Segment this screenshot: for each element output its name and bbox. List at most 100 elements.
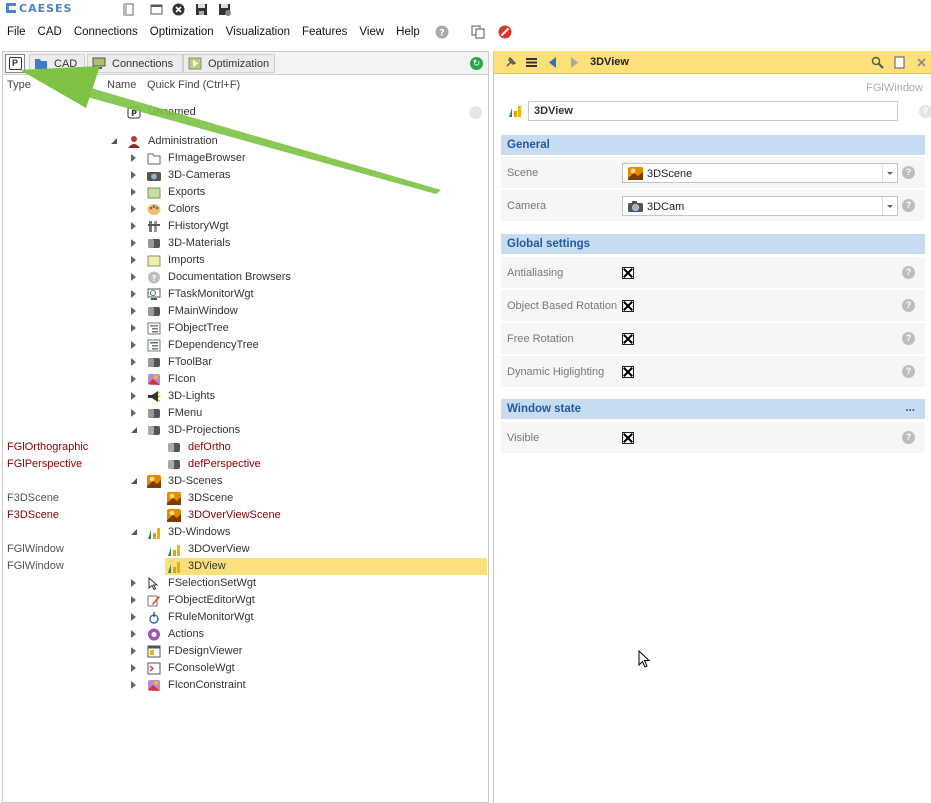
pin-icon[interactable] [504,56,517,69]
scene-select[interactable]: 3DScene [622,163,898,183]
tree-row[interactable]: FGlOrthographic defOrtho [3,439,488,456]
tree-row[interactable]: FToolBar [3,354,488,371]
expand-arrow-icon[interactable] [131,596,136,604]
antialiasing-help-icon[interactable]: ? [902,266,915,279]
name-help-icon[interactable]: ? [919,105,931,118]
antialiasing-checkbox[interactable] [622,267,634,279]
expand-arrow-icon[interactable] [131,392,136,400]
quick-find-input[interactable]: Quick Find (Ctrl+F) [147,79,240,91]
tree-row[interactable]: F3DScene 3DOverViewScene [3,507,488,524]
expand-arrow-icon[interactable] [131,188,136,196]
tree-row[interactable]: FIconConstraint [3,677,488,694]
tree-row[interactable]: FTaskMonitorWgt [3,286,488,303]
expand-arrow-icon[interactable] [131,409,136,417]
search-icon[interactable] [871,56,884,69]
visible-help-icon[interactable]: ? [902,431,915,444]
expand-arrow-icon[interactable] [131,358,136,366]
expand-arrow-icon[interactable] [131,681,136,689]
expand-arrow-icon[interactable] [131,630,136,638]
close-circle-icon[interactable] [172,3,185,16]
scene-help-icon[interactable]: ? [902,166,915,179]
chevron-down-icon[interactable] [882,164,897,182]
new-window-icon[interactable] [893,56,906,69]
section-window-state[interactable]: Window state ... [501,399,925,419]
expand-arrow-icon[interactable] [131,613,136,621]
expand-arrow-icon[interactable] [131,579,136,587]
camera-help-icon[interactable]: ? [902,199,915,212]
chevron-down-icon[interactable] [882,197,897,215]
stop-icon[interactable] [498,25,512,39]
list-icon[interactable] [525,56,538,69]
tree-row[interactable]: FObjectTree [3,320,488,337]
free-rotation-help-icon[interactable]: ? [902,332,915,345]
new-file-icon[interactable] [122,3,135,16]
expand-arrow-icon[interactable] [131,171,136,179]
tree-row[interactable]: Administration [3,133,488,150]
tree-row[interactable]: FGlPerspective defPerspective [3,456,488,473]
tree-row[interactable]: ? Documentation Browsers [3,269,488,286]
tree-row[interactable]: 3D-Cameras [3,167,488,184]
visible-checkbox[interactable] [622,432,634,444]
tree-row[interactable]: FDependencyTree [3,337,488,354]
expand-arrow-icon[interactable] [131,222,136,230]
menu-file[interactable]: File [1,21,32,44]
tree-row[interactable]: Colors [3,201,488,218]
tree-row[interactable]: FMenu [3,405,488,422]
tree-row[interactable]: 3D-Scenes [3,473,488,490]
tree-row[interactable]: 3D-Projections [3,422,488,439]
window-icon[interactable] [150,3,163,16]
expand-arrow-icon[interactable] [131,664,136,672]
tree-row[interactable]: FGlWindow 3DView [3,558,488,575]
expand-arrow-icon[interactable] [131,290,136,298]
expand-arrow-icon[interactable] [131,256,136,264]
tab-connections[interactable]: Connections [87,54,183,73]
tree-row[interactable]: FRuleMonitorWgt [3,609,488,626]
save-icon[interactable] [195,3,208,16]
menu-view[interactable]: View [353,21,390,44]
collapse-arrow-icon[interactable] [131,478,137,484]
help-icon[interactable]: ? [435,25,449,39]
close-icon[interactable] [915,56,928,69]
tree-row[interactable]: FObjectEditorWgt [3,592,488,609]
expand-arrow-icon[interactable] [131,647,136,655]
tree-row[interactable]: Actions [3,626,488,643]
tree-row[interactable]: 3D-Lights [3,388,488,405]
menu-optimization[interactable]: Optimization [144,21,220,44]
expand-arrow-icon[interactable] [131,341,136,349]
tree-row[interactable]: FGlWindow 3DOverView [3,541,488,558]
menu-visualization[interactable]: Visualization [220,21,296,44]
tree-row[interactable]: 3D-Materials [3,235,488,252]
free-rotation-checkbox[interactable] [622,333,634,345]
tree-row[interactable]: FConsoleWgt [3,660,488,677]
collapse-arrow-icon[interactable] [131,427,137,433]
tree-row[interactable]: Imports [3,252,488,269]
collapse-arrow-icon[interactable] [111,138,117,144]
more-options-button[interactable]: ... [905,402,915,414]
tree-row[interactable]: 3D-Windows [3,524,488,541]
menu-connections[interactable]: Connections [68,21,144,44]
tree-row[interactable]: FDesignViewer [3,643,488,660]
tree-row[interactable]: FImageBrowser [3,150,488,167]
menu-features[interactable]: Features [296,21,353,44]
column-type[interactable]: Type [7,79,31,91]
tree-row[interactable]: FSelectionSetWgt [3,575,488,592]
expand-arrow-icon[interactable] [131,324,136,332]
tree-row[interactable]: FMainWindow [3,303,488,320]
expand-arrow-icon[interactable] [131,375,136,383]
object-rotation-checkbox[interactable] [622,300,634,312]
expand-arrow-icon[interactable] [131,205,136,213]
tree-row[interactable]: P Unnamed [3,104,488,121]
expand-arrow-icon[interactable] [131,154,136,162]
back-icon[interactable] [546,56,559,69]
dynamic-highlighting-checkbox[interactable] [622,366,634,378]
section-general[interactable]: General [501,135,925,155]
tree-row[interactable]: F3DScene 3DScene [3,490,488,507]
save-as-icon[interactable] [218,3,231,16]
menu-help[interactable]: Help [390,21,426,44]
dynamic-highlighting-help-icon[interactable]: ? [902,365,915,378]
refresh-icon[interactable]: ↻ [470,57,483,70]
menu-cad[interactable]: CAD [32,21,68,44]
expand-arrow-icon[interactable] [131,273,136,281]
tab-cad[interactable]: CAD [29,54,85,73]
collapse-arrow-icon[interactable] [131,529,137,535]
